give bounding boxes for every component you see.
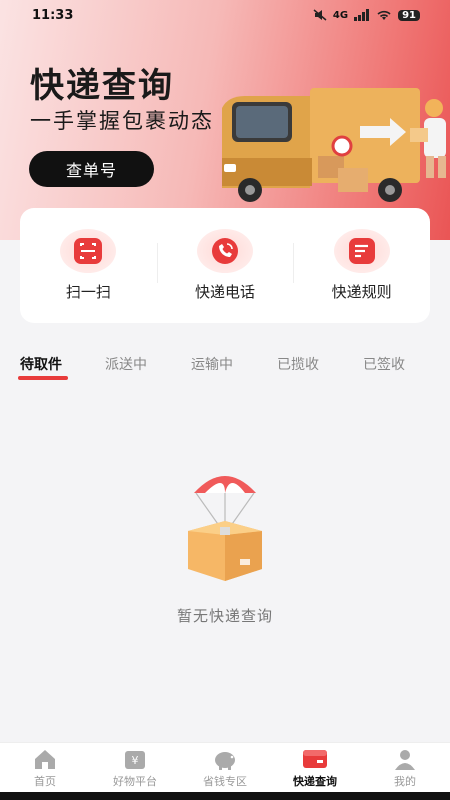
tracking-number-button[interactable]: 查单号 [29, 151, 154, 187]
nav-parcel-query-label: 快递查询 [293, 775, 337, 788]
scan-label: 扫一扫 [65, 283, 111, 301]
wifi-icon [377, 10, 391, 20]
tab-out-for-delivery[interactable]: 派送中 [105, 354, 147, 374]
hero-banner: 11:33 4G 91 快递查询 一手掌握包裹动态 查单号 [0, 0, 450, 240]
delivery-truck-illustration [222, 88, 446, 202]
tab-signed[interactable]: 已签收 [363, 354, 405, 374]
nav-home-label: 首页 [34, 775, 56, 788]
nav-profile[interactable]: 我的 [360, 743, 450, 793]
shop-icon: ¥ [121, 747, 149, 771]
courier-rules-action[interactable]: 快递规则 [293, 229, 430, 302]
page-subtitle: 一手掌握包裹动态 [30, 109, 214, 133]
active-tab-indicator [18, 376, 68, 380]
tab-collected[interactable]: 已揽收 [277, 354, 319, 374]
scan-icon [60, 229, 117, 273]
tab-pending-pickup[interactable]: 待取件 [20, 354, 62, 374]
network-type: 4G [332, 9, 349, 21]
bottom-navigation: 首页 ¥ 好物平台 省钱专区 快递查询 我的 [0, 742, 450, 793]
rules-icon [333, 229, 390, 273]
mute-icon [313, 9, 327, 21]
phone-icon [197, 229, 253, 273]
home-icon [31, 747, 59, 771]
tab-in-transit[interactable]: 运输中 [191, 354, 233, 374]
status-time: 11:33 [32, 8, 74, 23]
empty-parcel-illustration [188, 476, 262, 581]
empty-state-text: 暂无快递查询 [176, 607, 273, 625]
status-icons: 4G 91 [313, 9, 420, 21]
nav-savings[interactable]: 省钱专区 [180, 743, 270, 793]
scan-action[interactable]: 扫一扫 [20, 229, 157, 302]
nav-parcel-query[interactable]: 快递查询 [270, 743, 360, 793]
courier-phone-label: 快递电话 [195, 283, 256, 301]
nav-shop-label: 好物平台 [113, 775, 157, 788]
parcel-icon [301, 747, 329, 771]
svg-text:¥: ¥ [132, 754, 139, 767]
nav-shop[interactable]: ¥ 好物平台 [90, 743, 180, 793]
status-bar: 11:33 4G 91 [0, 6, 450, 28]
nav-home[interactable]: 首页 [0, 743, 90, 793]
nav-profile-label: 我的 [394, 775, 416, 788]
nav-savings-label: 省钱专区 [203, 775, 247, 788]
page-title: 快递查询 [30, 66, 174, 106]
system-home-bar [0, 792, 450, 800]
battery-indicator: 91 [398, 9, 420, 21]
courier-rules-label: 快递规则 [331, 283, 392, 301]
user-icon [391, 747, 419, 771]
signal-icon [354, 9, 370, 21]
quick-actions-card: 扫一扫 快递电话 快递规则 [20, 208, 430, 323]
piggy-bank-icon [211, 747, 239, 771]
courier-phone-action[interactable]: 快递电话 [156, 229, 294, 302]
status-tabs: 待取件 派送中 运输中 已揽收 已签收 [0, 350, 450, 384]
